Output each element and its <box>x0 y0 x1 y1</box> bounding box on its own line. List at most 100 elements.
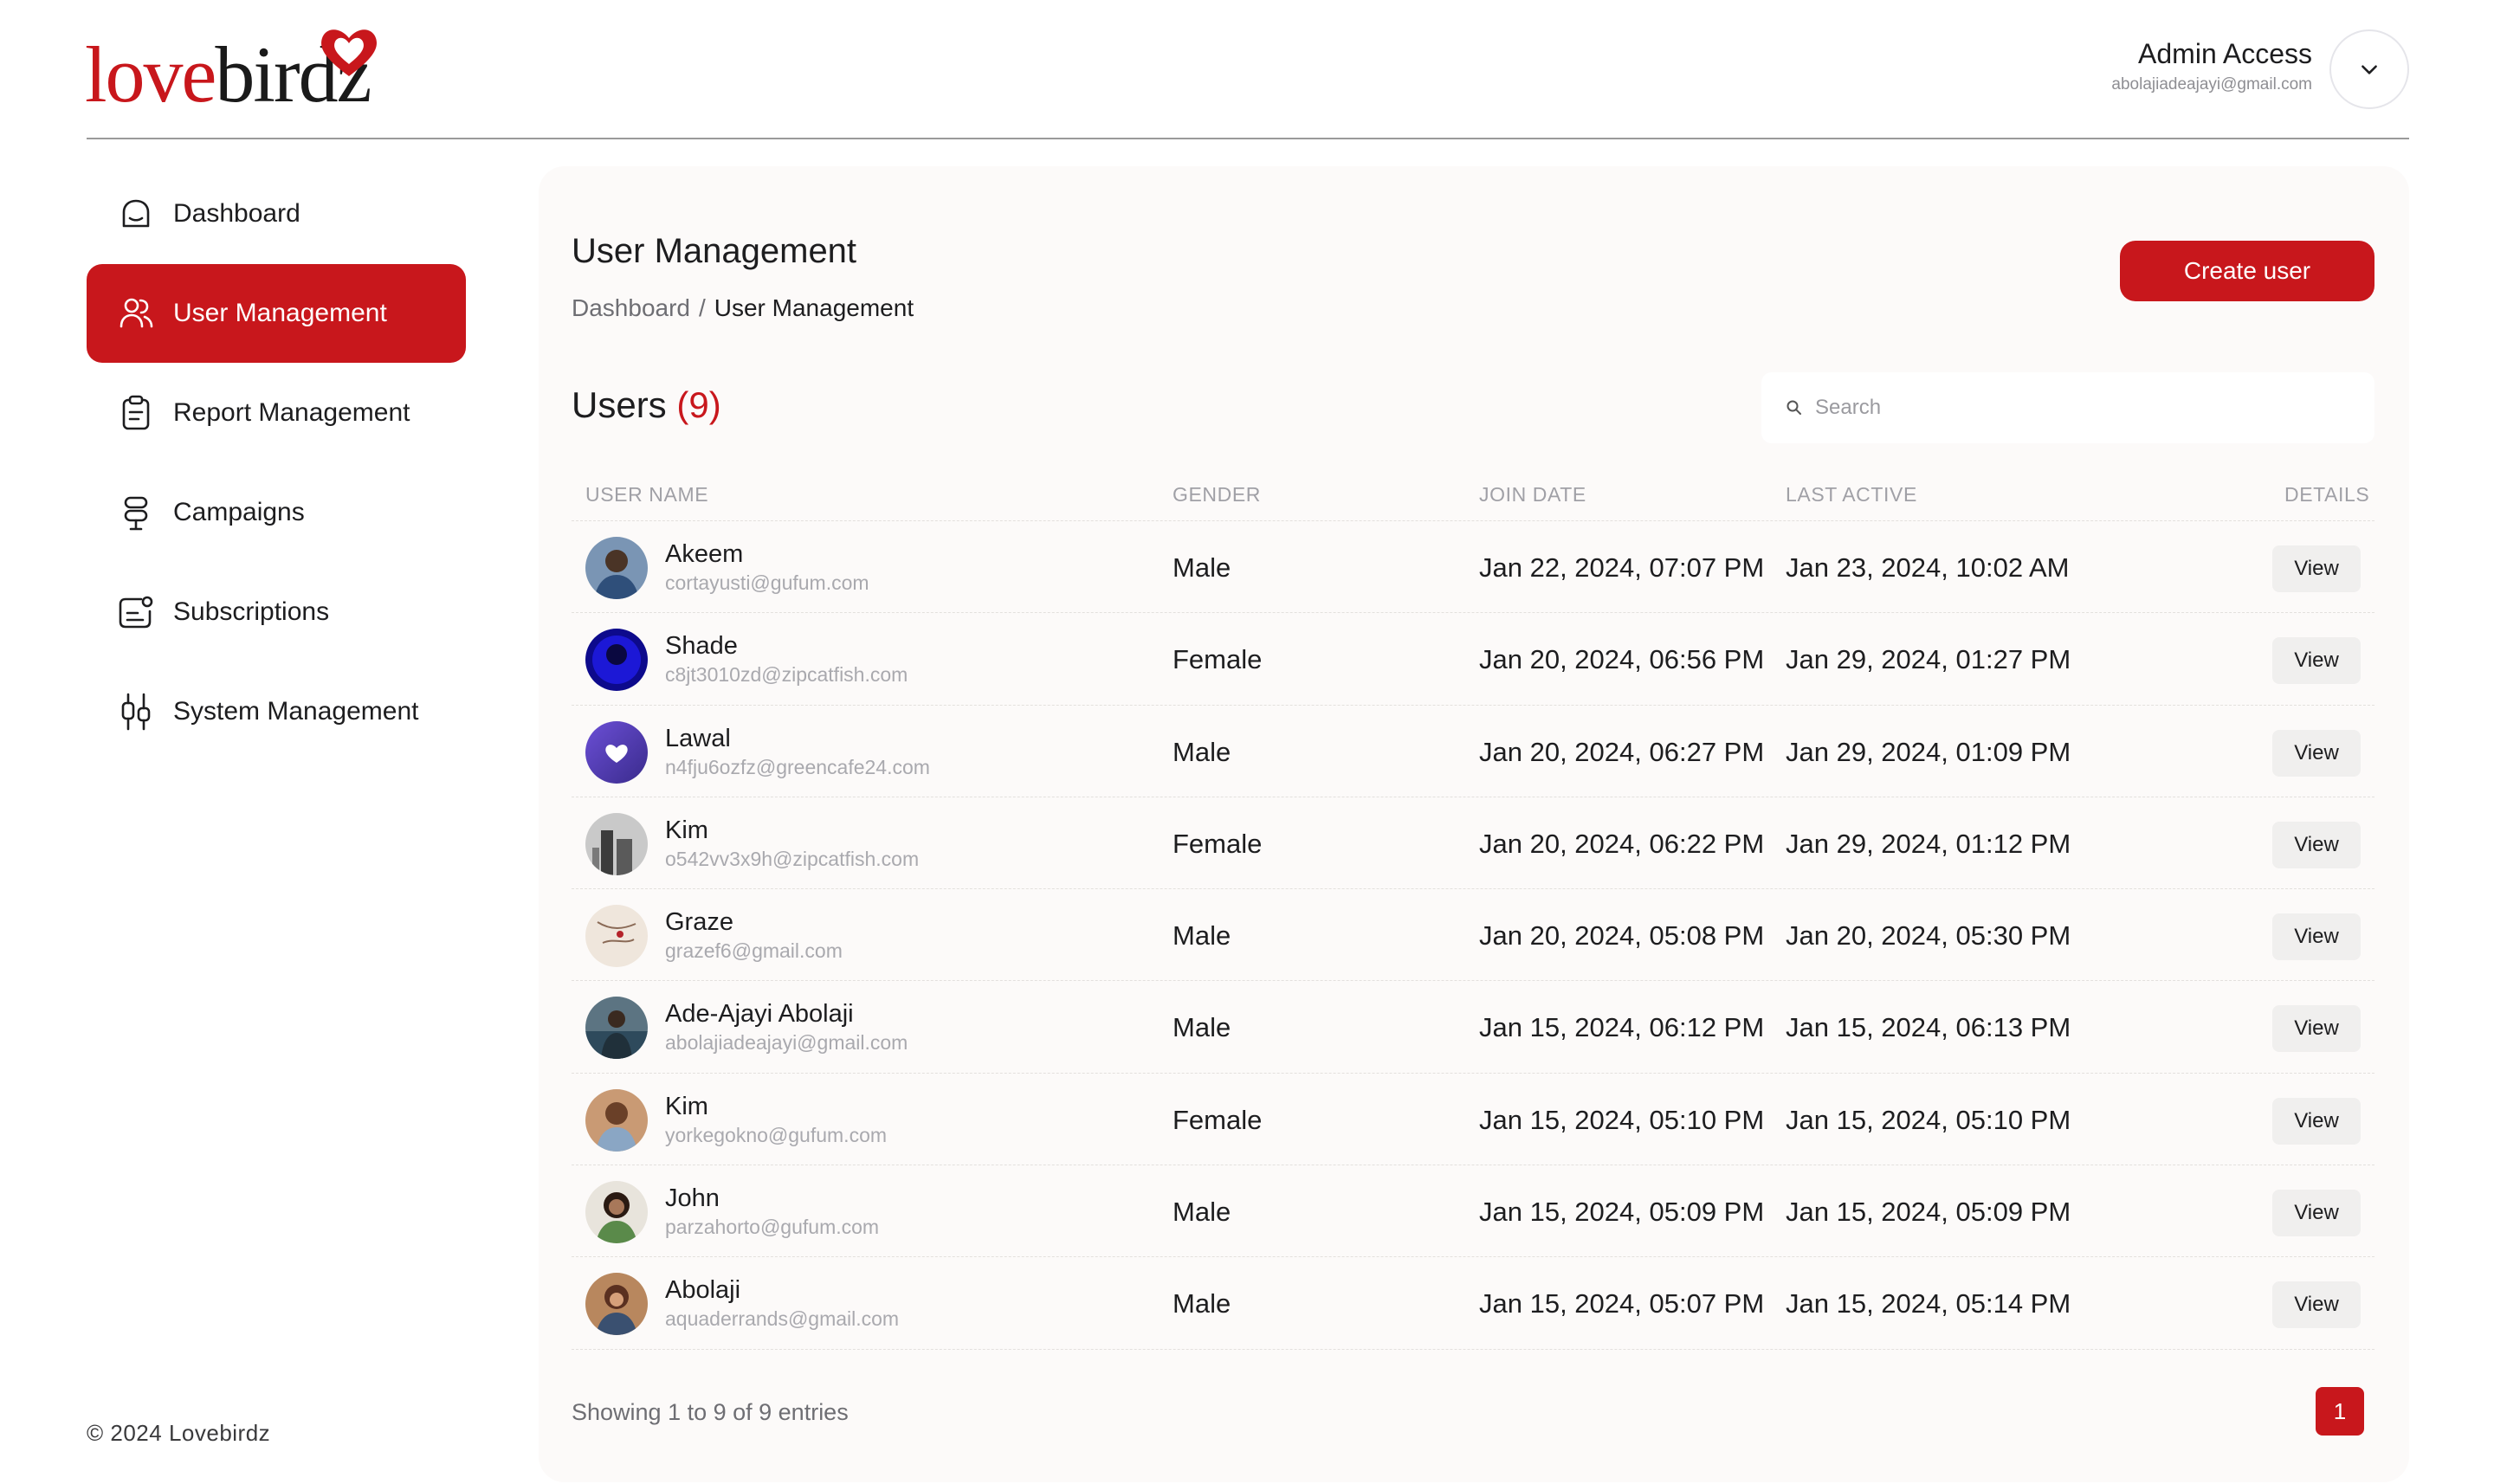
breadcrumb-separator: / <box>698 294 706 321</box>
users-icon <box>116 294 156 333</box>
column-header-gender[interactable]: GENDER <box>1173 483 1261 506</box>
user-join-date: Jan 15, 2024, 05:09 PM <box>1479 1197 1765 1228</box>
breadcrumb-current: User Management <box>714 294 914 321</box>
table-row: Graze grazef6@gmail.com Male Jan 20, 202… <box>572 889 2374 982</box>
column-header-last-active[interactable]: LAST ACTIVE <box>1786 483 1917 506</box>
search-box <box>1761 372 2374 443</box>
user-name: Abolaji <box>665 1276 741 1305</box>
header-divider <box>87 138 2409 139</box>
sidebar-item-user-management[interactable]: User Management <box>87 264 466 363</box>
table-row: Akeem cortayusti@gufum.com Male Jan 22, … <box>572 521 2374 614</box>
user-join-date: Jan 20, 2024, 06:22 PM <box>1479 828 1765 859</box>
sidebar-item-campaigns[interactable]: Campaigns <box>87 463 466 562</box>
view-button[interactable]: View <box>2272 545 2361 592</box>
user-join-date: Jan 20, 2024, 06:56 PM <box>1479 644 1765 675</box>
user-join-date: Jan 15, 2024, 05:07 PM <box>1479 1288 1765 1319</box>
user-join-date: Jan 15, 2024, 05:10 PM <box>1479 1104 1765 1135</box>
user-email: parzahorto@gufum.com <box>665 1216 880 1239</box>
heart-icon <box>321 29 377 76</box>
user-last-active: Jan 29, 2024, 01:12 PM <box>1786 828 2071 859</box>
sidebar-item-label: System Management <box>173 697 419 726</box>
user-last-active: Jan 29, 2024, 01:27 PM <box>1786 644 2071 675</box>
column-header-join-date[interactable]: JOIN DATE <box>1479 483 1586 506</box>
user-email: n4fju6ozfz@greencafe24.com <box>665 755 930 778</box>
user-email: yorkegokno@gufum.com <box>665 1123 888 1146</box>
top-header: lovebirdz Admin Access abolajiadeajayi@g… <box>0 0 2494 140</box>
avatar <box>585 997 648 1060</box>
sidebar-item-label: User Management <box>173 299 387 327</box>
avatar <box>585 537 648 599</box>
avatar <box>585 629 648 692</box>
copyright-text: © 2024 Lovebirdz <box>87 1420 271 1446</box>
search-icon <box>1787 400 1801 415</box>
users-label: Users <box>572 384 667 425</box>
page-title: User Management <box>572 232 857 270</box>
user-email: o542vv3x9h@zipcatfish.com <box>665 847 920 870</box>
user-last-active: Jan 15, 2024, 05:10 PM <box>1786 1104 2071 1135</box>
table-header: USER NAME GENDER JOIN DATE LAST ACTIVE D… <box>572 471 2374 521</box>
breadcrumb-dashboard-link[interactable]: Dashboard <box>572 294 690 321</box>
admin-name: Admin Access <box>2138 38 2312 69</box>
user-name: John <box>665 1184 720 1213</box>
users-heading: Users (9) <box>572 384 721 426</box>
user-email: grazef6@gmail.com <box>665 939 843 963</box>
home-icon <box>116 194 156 234</box>
sidebar-item-subscriptions[interactable]: Subscriptions <box>87 563 466 661</box>
user-join-date: Jan 20, 2024, 06:27 PM <box>1479 736 1765 767</box>
user-last-active: Jan 15, 2024, 05:14 PM <box>1786 1288 2071 1319</box>
avatar <box>585 1181 648 1244</box>
sidebar-item-label: Report Management <box>173 398 410 427</box>
table-row: Kim o542vv3x9h@zipcatfish.com Female Jan… <box>572 797 2374 890</box>
sidebar-item-report-management[interactable]: Report Management <box>87 364 466 462</box>
search-input[interactable] <box>1815 396 2335 420</box>
view-button[interactable]: View <box>2272 637 2361 685</box>
table-row: Ade-Ajayi Abolaji abolajiadeajayi@gmail.… <box>572 981 2374 1074</box>
sidebar-item-label: Dashboard <box>173 199 300 228</box>
view-button[interactable]: View <box>2272 1005 2361 1053</box>
view-button[interactable]: View <box>2272 1097 2361 1145</box>
user-email: aquaderrands@gmail.com <box>665 1307 900 1331</box>
subscription-icon <box>116 592 156 632</box>
user-gender: Male <box>1173 1197 1231 1228</box>
view-button[interactable]: View <box>2272 1190 2361 1237</box>
pagination-page-1[interactable]: 1 <box>2316 1387 2364 1436</box>
sidebar-item-label: Subscriptions <box>173 597 330 626</box>
avatar <box>585 812 648 875</box>
user-last-active: Jan 20, 2024, 05:30 PM <box>1786 920 2071 952</box>
admin-profile: Admin Access abolajiadeajayi@gmail.com <box>2111 36 2312 95</box>
breadcrumb: Dashboard / User Management <box>572 294 914 322</box>
view-button[interactable]: View <box>2272 821 2361 868</box>
table-row: Shade c8jt3010zd@zipcatfish.com Female J… <box>572 613 2374 706</box>
user-join-date: Jan 22, 2024, 07:07 PM <box>1479 552 1765 583</box>
user-gender: Male <box>1173 552 1231 583</box>
user-name: Graze <box>665 908 733 937</box>
user-name: Kim <box>665 1092 708 1120</box>
create-user-button[interactable]: Create user <box>2120 241 2374 301</box>
avatar <box>585 720 648 784</box>
user-name: Shade <box>665 632 738 661</box>
avatar <box>585 905 648 968</box>
user-name: Ade-Ajayi Abolaji <box>665 1000 854 1029</box>
view-button[interactable]: View <box>2272 729 2361 777</box>
view-button[interactable]: View <box>2272 1281 2361 1329</box>
user-join-date: Jan 15, 2024, 06:12 PM <box>1479 1012 1765 1043</box>
column-header-details: DETAILS <box>2284 483 2370 506</box>
lovebirdz-logo[interactable]: lovebirdz <box>85 24 388 118</box>
users-count: (9) <box>676 384 721 425</box>
admin-email: abolajiadeajayi@gmail.com <box>2111 75 2312 94</box>
user-gender: Female <box>1173 828 1263 859</box>
admin-menu-toggle[interactable] <box>2329 29 2409 109</box>
view-button[interactable]: View <box>2272 913 2361 961</box>
table-row: John parzahorto@gufum.com Male Jan 15, 2… <box>572 1165 2374 1258</box>
user-join-date: Jan 20, 2024, 05:08 PM <box>1479 920 1765 952</box>
user-gender: Male <box>1173 1288 1231 1319</box>
user-last-active: Jan 29, 2024, 01:09 PM <box>1786 736 2071 767</box>
sidebar-item-system-management[interactable]: System Management <box>87 662 466 761</box>
sliders-icon <box>116 692 156 732</box>
user-last-active: Jan 15, 2024, 05:09 PM <box>1786 1197 2071 1228</box>
sidebar-item-dashboard[interactable]: Dashboard <box>87 165 466 263</box>
clipboard-icon <box>116 393 156 433</box>
column-header-user-name[interactable]: USER NAME <box>585 483 708 506</box>
user-email: c8jt3010zd@zipcatfish.com <box>665 663 908 687</box>
user-name: Kim <box>665 816 708 844</box>
